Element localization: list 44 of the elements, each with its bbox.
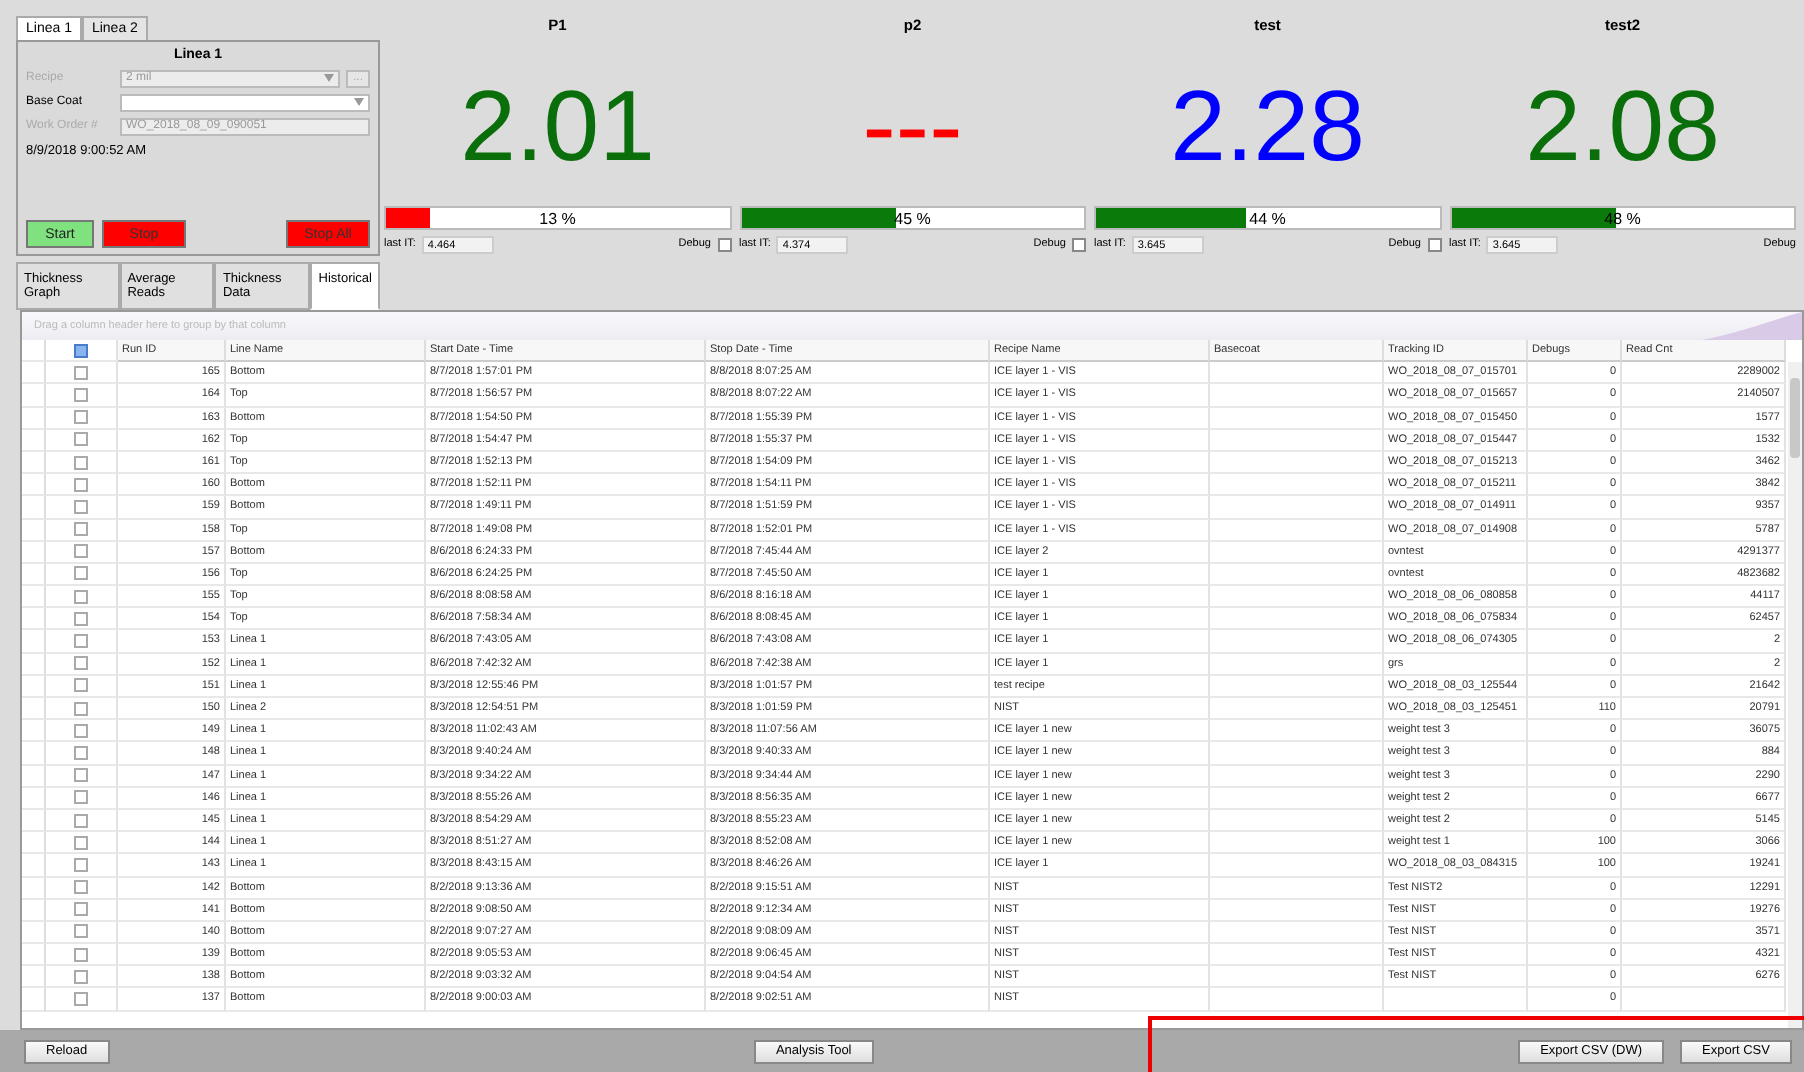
gauge-reading: 2.01 bbox=[460, 74, 655, 186]
dropdown-arrow-icon bbox=[324, 74, 334, 83]
row-checkbox[interactable] bbox=[74, 544, 88, 559]
debug-checkbox[interactable] bbox=[1072, 237, 1086, 251]
row-checkbox[interactable] bbox=[74, 701, 88, 716]
row-checkbox[interactable] bbox=[74, 634, 88, 649]
row-checkbox[interactable] bbox=[74, 768, 88, 783]
scrollbar-thumb[interactable] bbox=[1790, 378, 1800, 458]
row-checkbox[interactable] bbox=[74, 969, 88, 984]
row-checkbox[interactable] bbox=[74, 589, 88, 604]
row-checkbox[interactable] bbox=[74, 992, 88, 1007]
row-checkbox[interactable] bbox=[74, 477, 88, 492]
row-checkbox[interactable] bbox=[74, 432, 88, 447]
row-checkbox[interactable] bbox=[74, 790, 88, 805]
dropdown-field[interactable] bbox=[120, 93, 370, 112]
table-cell bbox=[1384, 988, 1528, 1012]
row-checkbox[interactable] bbox=[74, 813, 88, 828]
row-checkbox[interactable] bbox=[74, 566, 88, 581]
gauge-reading: 2.28 bbox=[1170, 74, 1365, 186]
row-checkbox[interactable] bbox=[74, 723, 88, 738]
row-checkbox[interactable] bbox=[74, 745, 88, 760]
row-checkbox[interactable] bbox=[74, 857, 88, 872]
row-checkbox[interactable] bbox=[74, 410, 88, 425]
row-checkbox[interactable] bbox=[74, 835, 88, 850]
row-checkbox[interactable] bbox=[74, 880, 88, 895]
debug-checkbox[interactable] bbox=[1427, 237, 1441, 251]
row-checkbox[interactable] bbox=[74, 947, 88, 962]
gauge-reading: 2.08 bbox=[1525, 74, 1720, 186]
row-checkbox[interactable] bbox=[74, 365, 88, 380]
gauge-reading: --- bbox=[862, 74, 963, 186]
row-checkbox[interactable] bbox=[74, 656, 88, 671]
row-checkbox[interactable] bbox=[74, 455, 88, 470]
row-checkbox[interactable] bbox=[74, 902, 88, 917]
debug-checkbox[interactable] bbox=[717, 237, 731, 251]
row-checkbox[interactable] bbox=[74, 522, 88, 537]
select-all-checkbox[interactable] bbox=[74, 343, 88, 358]
progress-label: 13 % bbox=[537, 208, 578, 230]
dropdown-arrow-icon bbox=[354, 98, 364, 107]
row-checkbox[interactable] bbox=[74, 678, 88, 693]
progress-label: 44 % bbox=[1247, 208, 1288, 230]
row-checkbox[interactable] bbox=[74, 924, 88, 939]
row-checkbox[interactable] bbox=[74, 499, 88, 514]
row-checkbox[interactable] bbox=[74, 611, 88, 626]
row-checkbox[interactable] bbox=[74, 387, 88, 402]
